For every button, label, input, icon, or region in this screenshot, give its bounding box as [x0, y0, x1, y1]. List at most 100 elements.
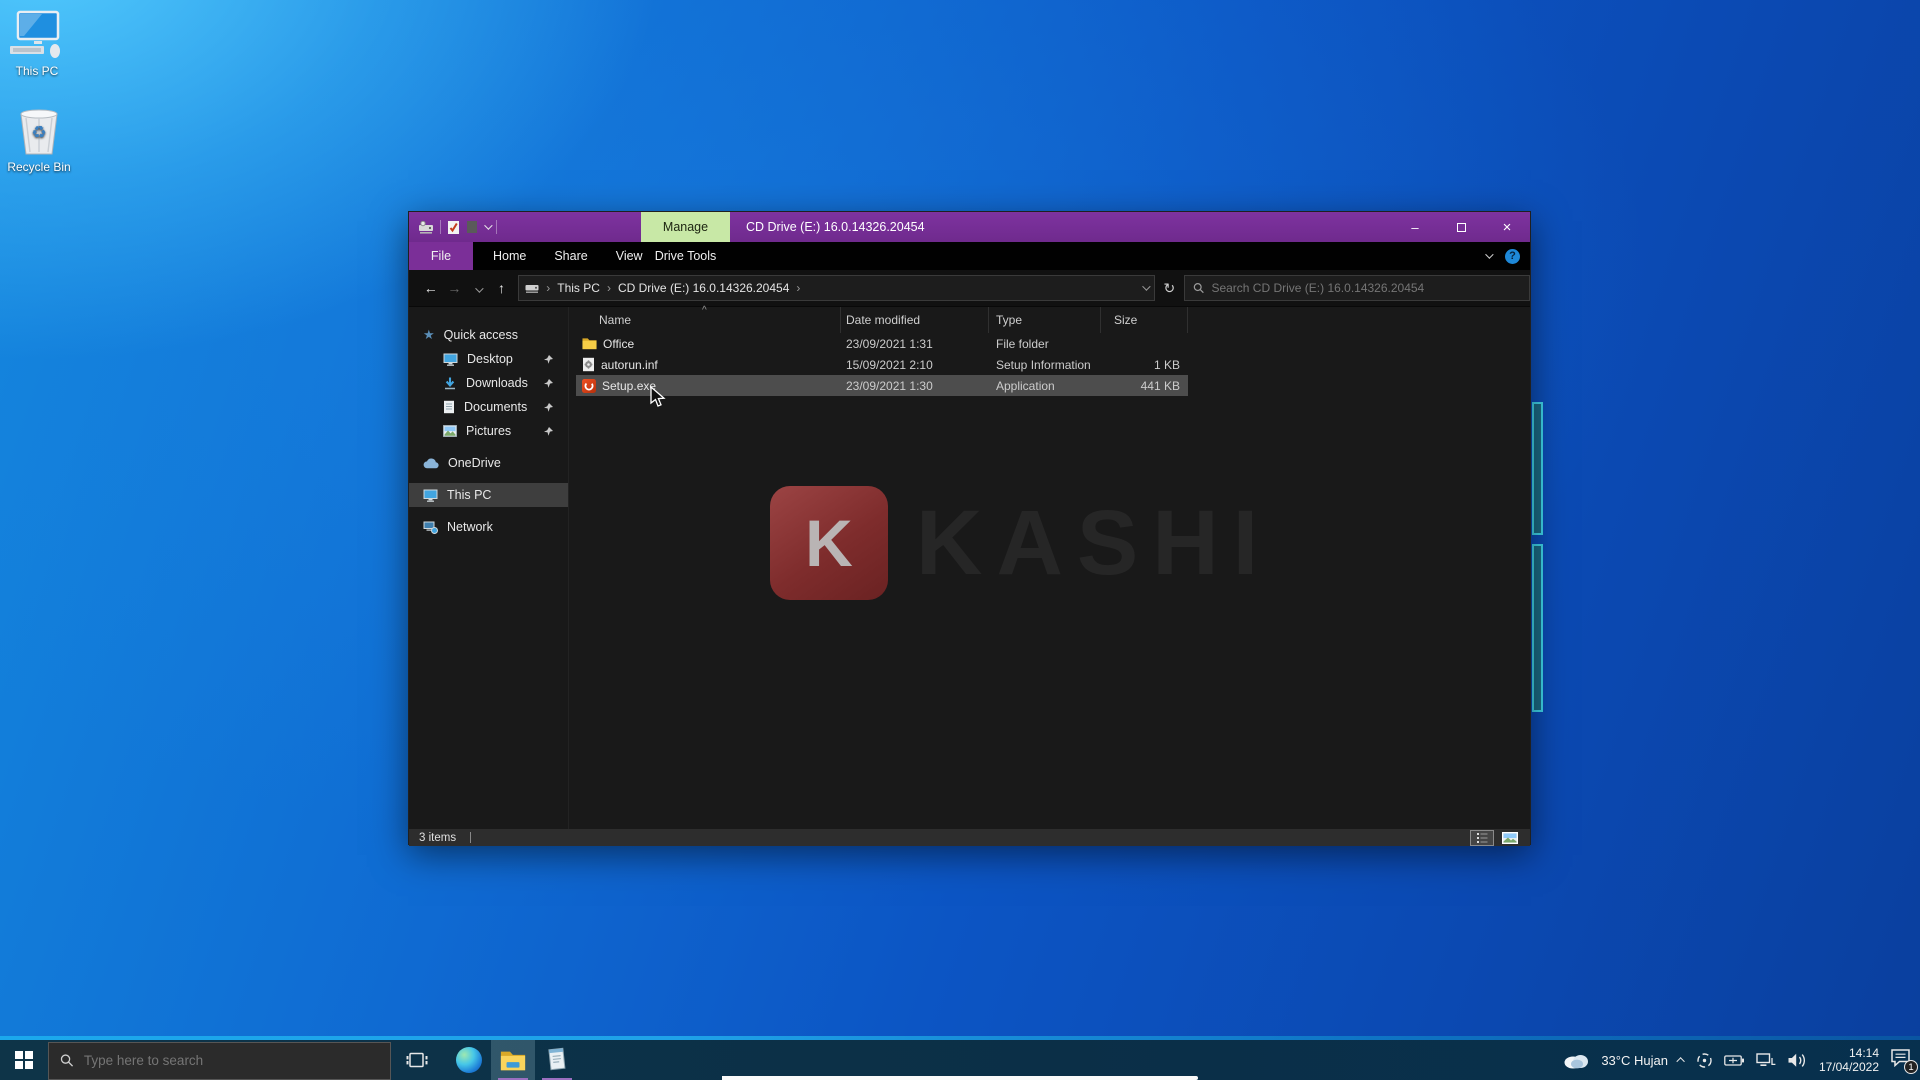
- sidebar-item-label: Network: [447, 520, 493, 534]
- sidebar-item-quick-access[interactable]: ★ Quick access: [409, 323, 568, 347]
- task-view-icon: [406, 1050, 428, 1070]
- file-size: 1 KB: [1101, 354, 1188, 375]
- up-button[interactable]: ↑: [490, 280, 514, 296]
- taskbar-edge-button[interactable]: [447, 1040, 491, 1080]
- taskbar-search-box[interactable]: [48, 1042, 391, 1080]
- sidebar-item-label: Desktop: [467, 352, 513, 366]
- items-count: 3 items: [409, 832, 456, 844]
- desktop-icon-this-pc[interactable]: This PC: [4, 8, 70, 78]
- sidebar-item-network[interactable]: Network: [409, 515, 568, 539]
- action-center-button[interactable]: 1: [1890, 1048, 1914, 1072]
- explorer-main: ★ Quick access Desktop: [409, 306, 1530, 829]
- file-type: Setup Information: [989, 354, 1101, 375]
- file-row-setup-selected[interactable]: Setup.exe 23/09/2021 1:30 Application 44…: [576, 375, 1188, 396]
- expand-ribbon-chevron-icon[interactable]: [1485, 250, 1493, 258]
- drive-window-icon: [418, 221, 434, 234]
- window-controls: – ×: [1392, 212, 1530, 242]
- column-header-name[interactable]: Name: [576, 307, 841, 333]
- explorer-search-input[interactable]: [1211, 281, 1521, 295]
- desktop-icon-label: Recycle Bin: [6, 160, 72, 174]
- minimize-button[interactable]: –: [1392, 212, 1438, 242]
- refresh-button[interactable]: ↻: [1155, 280, 1184, 297]
- clock-date: 17/04/2022: [1819, 1060, 1879, 1074]
- taskbar: 33°C Hujan 14:14 17/04/2: [0, 1040, 1920, 1080]
- taskbar-clock[interactable]: 14:14 17/04/2022: [1819, 1046, 1879, 1074]
- network-ethernet-icon[interactable]: [1756, 1053, 1776, 1068]
- column-header-row: ^ Name Date modified Type Size: [576, 307, 1188, 333]
- breadcrumb-current-folder[interactable]: CD Drive (E:) 16.0.14326.20454: [618, 281, 789, 295]
- breadcrumb-this-pc[interactable]: This PC: [557, 281, 600, 295]
- pc-icon: [423, 489, 438, 502]
- sidebar-item-label: This PC: [447, 488, 491, 502]
- column-header-date-modified[interactable]: Date modified: [841, 307, 989, 333]
- forward-button[interactable]: →: [443, 280, 467, 296]
- qat-separator: [496, 220, 497, 234]
- help-icon[interactable]: ?: [1505, 249, 1520, 264]
- history-chevron-icon[interactable]: [466, 280, 490, 296]
- task-view-button[interactable]: [395, 1040, 439, 1080]
- sidebar-item-label: OneDrive: [448, 456, 501, 470]
- sidebar-item-pictures[interactable]: Pictures: [409, 419, 568, 443]
- recycle-bin-icon: ♻: [6, 104, 72, 156]
- breadcrumb-separator: ›: [796, 281, 800, 295]
- file-list-area: ^ Name Date modified Type Size Office: [569, 307, 1530, 829]
- sidebar-item-onedrive[interactable]: OneDrive: [409, 451, 568, 475]
- file-date: 15/09/2021 2:10: [841, 354, 989, 375]
- window-title: CD Drive (E:) 16.0.14326.20454: [746, 212, 925, 242]
- pin-icon: [543, 402, 554, 413]
- volume-icon[interactable]: [1787, 1052, 1808, 1069]
- column-header-type[interactable]: Type: [989, 307, 1101, 333]
- battery-power-icon[interactable]: [1724, 1054, 1745, 1067]
- qat-properties-icon[interactable]: [447, 220, 460, 235]
- close-button[interactable]: ×: [1484, 212, 1530, 242]
- sidebar-item-this-pc[interactable]: This PC: [409, 483, 568, 507]
- thumbnail-view-button[interactable]: [1498, 830, 1522, 846]
- details-view-button[interactable]: [1470, 830, 1494, 846]
- picture-icon: [443, 425, 457, 437]
- column-header-size[interactable]: Size: [1101, 307, 1188, 333]
- qat-new-folder-icon[interactable]: [466, 220, 478, 234]
- taskbar-file-explorer-button[interactable]: [491, 1040, 535, 1080]
- sidebar-item-label: Downloads: [466, 376, 528, 390]
- desktop-icon-recycle-bin[interactable]: ♻ Recycle Bin: [6, 104, 72, 174]
- video-progress-overlay: [722, 1076, 1198, 1080]
- desktop: This PC ♻ Recycle Bin: [0, 0, 1920, 1080]
- sidebar-item-desktop[interactable]: Desktop: [409, 347, 568, 371]
- quick-access-toolbar: [409, 220, 497, 235]
- setup-information-icon: [582, 357, 595, 372]
- explorer-search-box[interactable]: [1184, 275, 1530, 301]
- notification-count-badge: 1: [1904, 1060, 1918, 1074]
- sidebar-item-downloads[interactable]: Downloads: [409, 371, 568, 395]
- tab-file[interactable]: File: [409, 242, 473, 270]
- manage-contextual-tab[interactable]: Manage: [641, 212, 730, 242]
- file-name: Office: [603, 337, 634, 351]
- file-row-office[interactable]: Office 23/09/2021 1:31 File folder: [576, 333, 1188, 354]
- drive-breadcrumb-icon: [525, 283, 539, 294]
- show-hidden-icons-chevron[interactable]: [1676, 1057, 1684, 1065]
- file-name: autorun.inf: [601, 358, 658, 372]
- status-bar: 3 items: [409, 829, 1530, 846]
- folder-icon: [582, 337, 597, 350]
- file-size: [1101, 333, 1188, 354]
- maximize-button[interactable]: [1438, 212, 1484, 242]
- qat-customize-chevron-icon[interactable]: [484, 221, 492, 229]
- back-button[interactable]: ←: [419, 280, 443, 296]
- tray-app-icon[interactable]: [1696, 1052, 1713, 1069]
- address-bar-row: ← → ↑ › This PC › CD Drive (E:) 16.0.143…: [409, 270, 1530, 306]
- file-row-autorun[interactable]: autorun.inf 15/09/2021 2:10 Setup Inform…: [576, 354, 1188, 375]
- file-explorer-icon: [500, 1050, 526, 1071]
- tab-share[interactable]: Share: [540, 242, 601, 270]
- sidebar-item-label: Pictures: [466, 424, 511, 438]
- tab-home[interactable]: Home: [479, 242, 540, 270]
- weather-text[interactable]: 33°C Hujan: [1601, 1053, 1668, 1068]
- breadcrumb-bar[interactable]: › This PC › CD Drive (E:) 16.0.14326.204…: [518, 275, 1154, 301]
- taskbar-search-input[interactable]: [84, 1053, 379, 1068]
- this-pc-icon: [4, 8, 70, 60]
- address-dropdown-chevron-icon[interactable]: [1142, 282, 1150, 290]
- tab-drive-tools[interactable]: Drive Tools: [641, 242, 730, 270]
- start-button[interactable]: [0, 1040, 48, 1080]
- sidebar-item-documents[interactable]: Documents: [409, 395, 568, 419]
- titlebar[interactable]: Manage CD Drive (E:) 16.0.14326.20454 – …: [409, 212, 1530, 242]
- desktop-icon-label: This PC: [4, 64, 70, 78]
- taskbar-notepad-button[interactable]: [535, 1040, 579, 1080]
